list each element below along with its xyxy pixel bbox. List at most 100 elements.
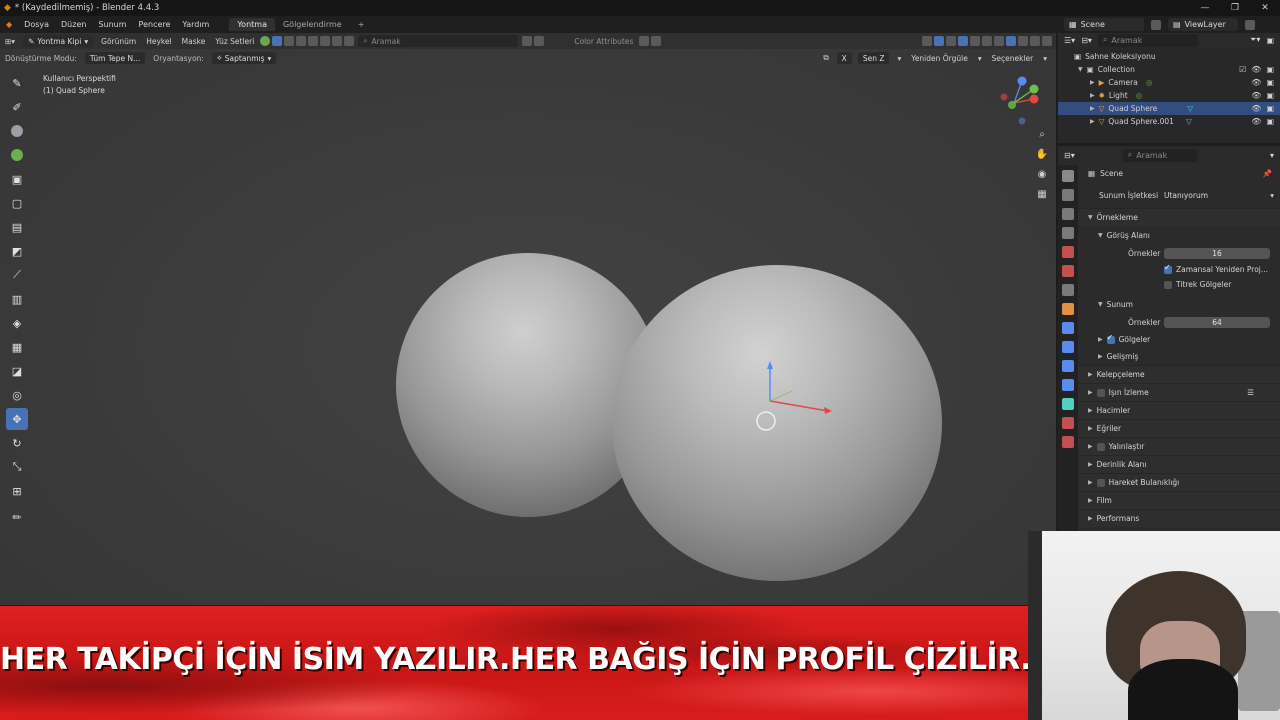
tool-tab-icon[interactable] bbox=[1062, 170, 1074, 182]
menu-mask[interactable]: Maske bbox=[177, 37, 211, 46]
transform-tool-icon[interactable]: ⊞ bbox=[6, 480, 28, 502]
properties-search-input[interactable]: ⌕ Aramak bbox=[1122, 148, 1197, 162]
draw-brush-tool-icon[interactable]: ✎ bbox=[6, 72, 28, 94]
box-face-set-tool-icon[interactable]: ▤ bbox=[6, 216, 28, 238]
camera-icon[interactable]: ▣ bbox=[1266, 78, 1274, 87]
overlay-menu-icon[interactable] bbox=[970, 36, 980, 46]
scene-collection-row[interactable]: ▣ Sahne Koleksiyonu bbox=[1058, 50, 1280, 63]
menu-help[interactable]: Yardım bbox=[176, 20, 215, 29]
shadows-row[interactable]: ▶ Gölgeler bbox=[1078, 331, 1280, 348]
shading-menu-icon[interactable] bbox=[1042, 36, 1052, 46]
viewport-samples-field[interactable]: 16 bbox=[1164, 247, 1270, 259]
brush-icon-3[interactable] bbox=[296, 36, 307, 46]
outliner-editor-icon[interactable]: ☰▾ bbox=[1064, 36, 1075, 45]
color-attributes-dropdown[interactable]: Color Attributes bbox=[569, 37, 638, 46]
jittered-shadows-row[interactable]: Titrek Gölgeler bbox=[1078, 277, 1280, 292]
color-filter-tool-icon[interactable]: ▦ bbox=[6, 336, 28, 358]
annotate-tool-icon[interactable]: ✏ bbox=[6, 506, 28, 528]
outliner-search-input[interactable]: ⌕ Aramak bbox=[1097, 33, 1198, 47]
pan-hand-icon[interactable]: ✋ bbox=[1034, 149, 1050, 169]
pivot-chevron-icon[interactable]: ▾ bbox=[892, 54, 906, 63]
camera-icon[interactable]: ▣ bbox=[1266, 104, 1274, 113]
shading-solid-icon[interactable] bbox=[1006, 36, 1016, 46]
brush-asset-icon[interactable] bbox=[272, 36, 283, 46]
camera-icon[interactable]: ▣ bbox=[1266, 117, 1274, 126]
navigation-gizmo[interactable] bbox=[996, 73, 1048, 129]
nav-z-icon[interactable] bbox=[1017, 76, 1027, 86]
symmetry-lock-icon[interactable]: ⧉ bbox=[818, 53, 833, 63]
scene-selector[interactable]: ▦ Scene bbox=[1064, 18, 1144, 31]
motion-blur-checkbox[interactable] bbox=[1096, 478, 1105, 487]
box-trim-tool-icon[interactable]: ◩ bbox=[6, 240, 28, 262]
menu-file[interactable]: Dosya bbox=[18, 20, 55, 29]
filter-icon[interactable] bbox=[534, 36, 545, 46]
viewlayer-selector[interactable]: ▤ ViewLayer bbox=[1168, 18, 1238, 31]
properties-options-icon[interactable]: ▾ bbox=[1270, 151, 1274, 160]
transform-mode-dropdown[interactable]: Tüm Tepe N... bbox=[84, 52, 146, 64]
line-project-tool-icon[interactable]: ⟋ bbox=[6, 264, 28, 286]
expand-icon[interactable]: ▶ bbox=[1090, 105, 1095, 112]
temporal-reprojection-checkbox[interactable] bbox=[1164, 263, 1172, 274]
circle-dot-icon[interactable] bbox=[651, 36, 662, 46]
outliner-item-light[interactable]: ▶ ✸ Light ◎ 👁 ▣ bbox=[1058, 89, 1280, 102]
paint-brush-tool-icon[interactable] bbox=[6, 120, 28, 142]
object-tab-icon[interactable] bbox=[1062, 303, 1074, 315]
menu-edit[interactable]: Düzen bbox=[55, 20, 92, 29]
new-scene-icon[interactable] bbox=[1151, 19, 1161, 30]
cloth-filter-tool-icon[interactable]: ◈ bbox=[6, 312, 28, 334]
expand-icon[interactable]: ▶ bbox=[1090, 92, 1095, 99]
new-viewlayer-icon[interactable] bbox=[1245, 19, 1255, 30]
outliner-item-quad-sphere[interactable]: ▶ ▽ Quad Sphere ▽ 👁 ▣ bbox=[1058, 102, 1280, 115]
pivot-dropdown[interactable]: Sen Z bbox=[857, 52, 890, 64]
material-tab-icon[interactable] bbox=[1062, 417, 1074, 429]
properties-editor-icon[interactable]: ⊟▾ bbox=[1064, 151, 1075, 160]
edit-face-set-tool-icon[interactable]: ◪ bbox=[6, 360, 28, 382]
section-raytracing[interactable]: ▶ Işın İzleme ☰ bbox=[1078, 383, 1280, 401]
scene-tab-icon[interactable] bbox=[1062, 246, 1074, 258]
symmetry-icon[interactable] bbox=[639, 36, 650, 46]
section-sampling[interactable]: ▼ Örnekleme bbox=[1078, 208, 1280, 226]
minimize-button[interactable]: — bbox=[1190, 0, 1220, 16]
filter-icon[interactable]: ⏷▾ bbox=[1250, 35, 1260, 45]
paint-color-tool-icon[interactable] bbox=[6, 144, 28, 166]
close-button[interactable]: ✕ bbox=[1250, 0, 1280, 16]
eye-icon[interactable]: 👁 bbox=[1251, 91, 1261, 100]
brush-search-input[interactable]: ⌕ Aramak bbox=[358, 35, 519, 47]
eye-icon[interactable]: 👁 bbox=[1251, 78, 1261, 87]
clay-brush-tool-icon[interactable]: ✐ bbox=[6, 96, 28, 118]
expand-icon[interactable]: ▶ bbox=[1090, 79, 1095, 86]
asset-shelf-icon[interactable] bbox=[522, 36, 533, 46]
shading-material-icon[interactable] bbox=[1018, 36, 1028, 46]
mask-by-color-tool-icon[interactable]: ◎ bbox=[6, 384, 28, 406]
camera-icon[interactable]: ▣ bbox=[1266, 91, 1274, 100]
section-curves[interactable]: ▶ Eğriler bbox=[1078, 419, 1280, 437]
grid-ortho-icon[interactable]: ▦ bbox=[1034, 189, 1050, 209]
particles-tab-icon[interactable] bbox=[1062, 341, 1074, 353]
raytracing-checkbox[interactable] bbox=[1096, 388, 1105, 397]
outliner-item-camera[interactable]: ▶ ▶ Camera ◎ 👁 ▣ bbox=[1058, 76, 1280, 89]
menu-face-sets[interactable]: Yüz Setleri bbox=[210, 37, 259, 46]
modifier-tab-icon[interactable] bbox=[1062, 322, 1074, 334]
options-chevron-icon[interactable]: ▾ bbox=[1038, 54, 1052, 63]
brush-color-icon[interactable] bbox=[260, 36, 271, 46]
gizmo-toggle-icon[interactable] bbox=[934, 36, 944, 46]
new-collection-icon[interactable]: ▣ bbox=[1266, 36, 1274, 45]
visibility-icon[interactable] bbox=[922, 36, 932, 46]
brush-icon-5[interactable] bbox=[320, 36, 331, 46]
rotate-tool-icon[interactable]: ↻ bbox=[6, 432, 28, 454]
3d-viewport[interactable]: ⌕ ✋ ◉ ▦ Kullanıcı Perspektifi (1) Quad S… bbox=[0, 33, 1056, 605]
menu-sculpt[interactable]: Heykel bbox=[141, 37, 176, 46]
section-clamping[interactable]: ▶ Kelepçeleme bbox=[1078, 365, 1280, 383]
tab-shading[interactable]: Gölgelendirme bbox=[275, 18, 350, 31]
pin-icon[interactable]: 📌 bbox=[1263, 169, 1272, 178]
mesh-filter-tool-icon[interactable]: ▥ bbox=[6, 288, 28, 310]
render-tab-icon[interactable] bbox=[1062, 189, 1074, 201]
add-workspace-icon[interactable]: + bbox=[350, 18, 373, 31]
section-depth-of-field[interactable]: ▶ Derinlik Alanı bbox=[1078, 455, 1280, 473]
transform-gizmo[interactable] bbox=[740, 353, 850, 443]
brush-icon-2[interactable] bbox=[284, 36, 295, 46]
menu-render[interactable]: Sunum bbox=[92, 20, 132, 29]
nav-x-icon[interactable] bbox=[1029, 94, 1039, 104]
symmetry-x-toggle[interactable]: X bbox=[836, 52, 852, 64]
eye-icon[interactable]: 👁 bbox=[1251, 104, 1261, 113]
